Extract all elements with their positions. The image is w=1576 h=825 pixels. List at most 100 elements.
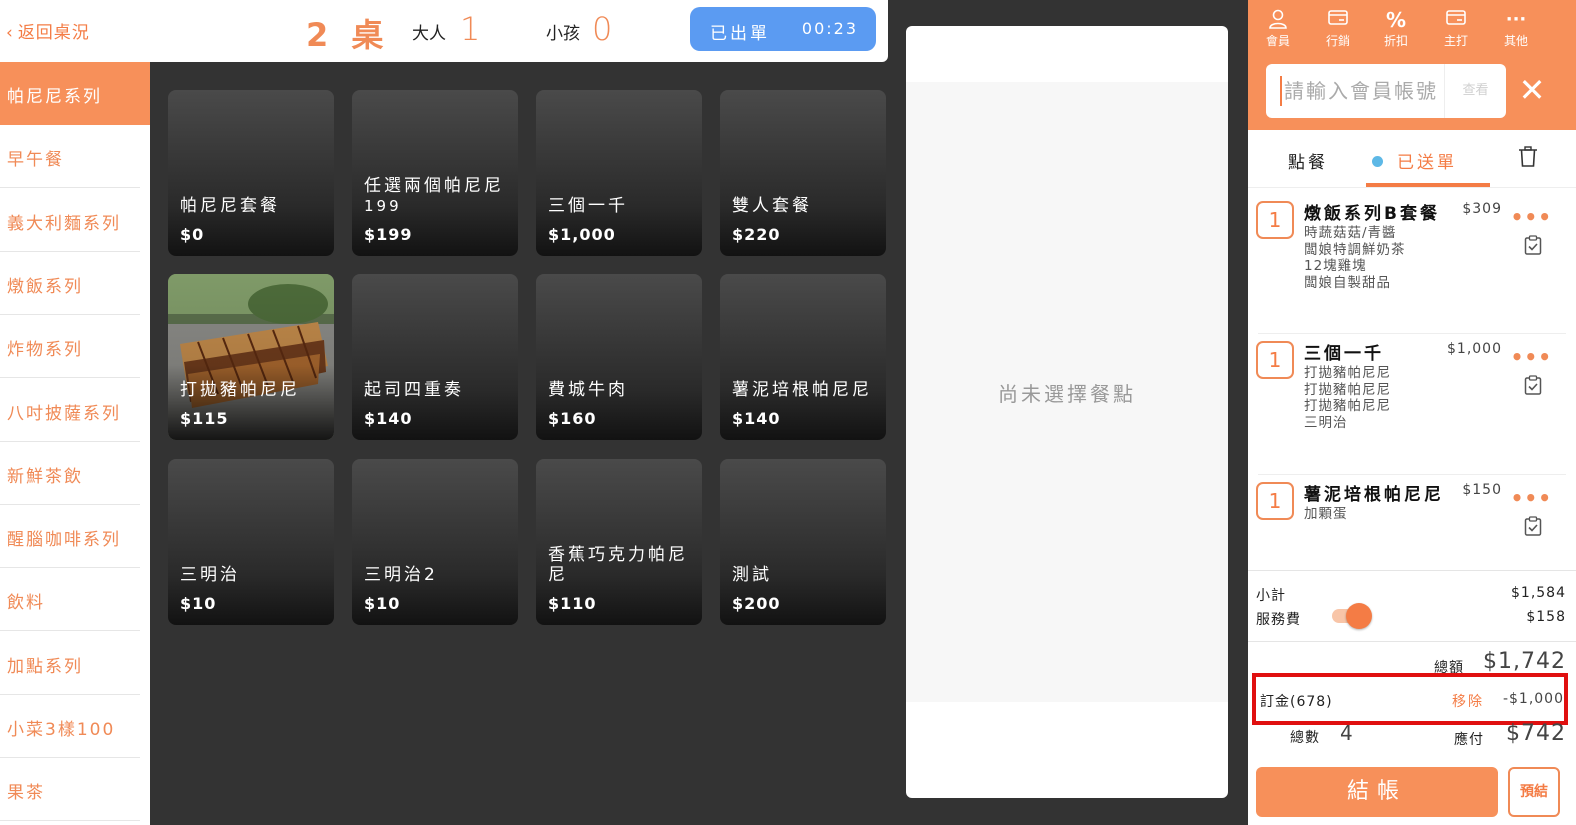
chevron-left-icon: ‹	[6, 23, 14, 43]
menu-item-title: 帕尼尼套餐	[180, 196, 280, 216]
category-item[interactable]: 小菜3樣100	[0, 695, 150, 758]
grand-total-value: $1,742	[1483, 649, 1566, 674]
modifier-line: 打拋豬帕尼尼	[1304, 381, 1391, 398]
modifier-line: 闆娘特調鮮奶茶	[1304, 241, 1406, 258]
category-item[interactable]: 帕尼尼系列	[0, 62, 150, 125]
subtotal-value: $1,584	[1511, 585, 1566, 601]
tab-sent-label: 已送單	[1397, 153, 1457, 173]
item-count-value: 4	[1340, 721, 1354, 745]
order-status-label: 已出單	[710, 24, 770, 44]
menu-item-price: $10	[180, 594, 217, 613]
more-options-icon[interactable]: •••	[1511, 205, 1552, 229]
quantity-button[interactable]: 1	[1256, 482, 1294, 520]
toolbar-discount-button[interactable]: % 折扣	[1366, 8, 1426, 49]
menu-item-name: 任選兩個帕尼尼 199	[364, 176, 508, 216]
menu-item-title: 任選兩個帕尼尼	[364, 176, 504, 196]
menu-item-tile[interactable]: 費城牛肉 $160	[536, 274, 702, 440]
menu-item-tile[interactable]: 雙人套餐 $220	[720, 90, 886, 256]
quantity-button[interactable]: 1	[1256, 201, 1294, 239]
child-count[interactable]: 0	[592, 10, 612, 48]
category-sidebar: 帕尼尼系列 早午餐 義大利麵系列 燉飯系列 炸物系列 八吋披薩系列 新鮮茶飲 醒腦咖啡系列 飲料…	[0, 62, 150, 825]
menu-item-price: $140	[364, 409, 413, 428]
remove-deposit-button[interactable]: 移除	[1452, 691, 1484, 711]
toolbar-other-label: 其他	[1503, 34, 1528, 48]
amount-due-value: $742	[1506, 721, 1566, 746]
menu-item-tile[interactable]: 三明治2 $10	[352, 459, 518, 625]
active-tab-indicator	[1366, 183, 1490, 187]
checkout-button[interactable]: 結帳	[1256, 767, 1498, 817]
category-item[interactable]: 加點系列	[0, 632, 150, 695]
toolbar-other-button[interactable]: ··· 其他	[1486, 8, 1546, 49]
menu-item-tile[interactable]: 三明治 $10	[168, 459, 334, 625]
divider	[1258, 474, 1566, 475]
category-item[interactable]: 燉飯系列	[0, 252, 150, 315]
category-item[interactable]: 八吋披薩系列	[0, 379, 150, 442]
menu-item-tile[interactable]: 起司四重奏 $140	[352, 274, 518, 440]
order-panel: 會員 行銷 % 折扣 主打 ··· 其他 查看 ✕ 點餐 已送單	[1248, 0, 1576, 825]
order-item-modifiers: 打拋豬帕尼尼 打拋豬帕尼尼 打拋豬帕尼尼 三明治	[1304, 365, 1391, 431]
menu-item-price: $115	[180, 409, 229, 428]
toolbar-member-button[interactable]: 會員	[1248, 8, 1308, 49]
menu-item-tile[interactable]: 測試 $200	[720, 459, 886, 625]
order-timer: 00:23	[801, 19, 858, 38]
toolbar-marketing-label: 行銷	[1325, 34, 1350, 48]
more-options-icon[interactable]: •••	[1511, 486, 1552, 510]
menu-item-tile[interactable]: 香蕉巧克力帕尼尼 $110	[536, 459, 702, 625]
subtotal-label: 小計	[1256, 588, 1286, 604]
category-item[interactable]: 飲料	[0, 568, 150, 632]
menu-item-price: $220	[732, 225, 781, 244]
toolbar-marketing-button[interactable]: 行銷	[1308, 8, 1368, 49]
category-item[interactable]: 果茶	[0, 758, 150, 822]
toggle-knob	[1346, 603, 1372, 629]
close-icon[interactable]: ✕	[1516, 72, 1548, 108]
menu-item-title: 三明治2	[364, 565, 438, 585]
modifier-line: 打拋豬帕尼尼	[1304, 365, 1391, 381]
member-search-button[interactable]: 查看	[1444, 64, 1506, 118]
more-options-icon[interactable]: •••	[1511, 345, 1552, 369]
menu-item-name: 三個一千	[548, 196, 692, 216]
menu-item-title: 測試	[732, 565, 772, 585]
status-dot-icon	[1372, 156, 1383, 167]
menu-item-title: 起司四重奏	[364, 380, 464, 400]
totals-section: 小計 $1,584 服務費 $158 總額 $1,742 訂金(678) 移除 …	[1248, 570, 1576, 825]
clipboard-check-icon[interactable]	[1524, 516, 1542, 536]
prepay-button[interactable]: 預結	[1508, 767, 1560, 817]
order-list: 1 燉飯系列B套餐 $309 ••• 時蔬菇菇/青醬 闆娘特調鮮奶茶 12塊雞塊 闆娘自製甜品…	[1248, 189, 1576, 570]
menu-item-tile[interactable]: 帕尼尼套餐 $0	[168, 90, 334, 256]
order-status-button[interactable]: 已出單 00:23	[690, 7, 876, 51]
menu-item-subtitle: 199	[364, 197, 402, 215]
menu-item-title: 薯泥培根帕尼尼	[732, 380, 872, 400]
menu-item-price: $160	[548, 409, 597, 428]
tab-order[interactable]: 點餐	[1288, 148, 1328, 173]
adult-count[interactable]: 1	[460, 10, 480, 48]
menu-item-tile[interactable]: 打拋豬帕尼尼 $115	[168, 274, 334, 440]
member-account-input[interactable]	[1266, 64, 1444, 118]
tab-sent[interactable]: 已送單	[1372, 148, 1457, 173]
order-item-name: 燉飯系列B套餐	[1304, 204, 1440, 224]
service-fee-toggle[interactable]	[1332, 603, 1372, 629]
top-bar: ‹ 返回桌況 2 桌 大人 1 小孩 0 已出單 00:23	[0, 0, 888, 62]
order-item-price: $309	[1462, 201, 1502, 217]
category-item[interactable]: 新鮮茶飲	[0, 442, 150, 505]
trash-icon[interactable]	[1518, 146, 1538, 168]
category-item[interactable]: 醒腦咖啡系列	[0, 505, 150, 569]
category-item[interactable]: 炸物系列	[0, 315, 150, 379]
menu-item-tile[interactable]: 薯泥培根帕尼尼 $140	[720, 274, 886, 440]
menu-item-price: $199	[364, 225, 413, 244]
category-item[interactable]: 早午餐	[0, 125, 150, 189]
clipboard-check-icon[interactable]	[1524, 375, 1542, 395]
back-to-tables-button[interactable]: ‹ 返回桌況	[6, 18, 90, 43]
quantity-button[interactable]: 1	[1256, 341, 1294, 379]
toolbar-featured-button[interactable]: 主打	[1426, 8, 1486, 49]
toolbar-featured-label: 主打	[1443, 34, 1468, 48]
menu-item-tile[interactable]: 任選兩個帕尼尼 199 $199	[352, 90, 518, 256]
menu-item-price: $1,000	[548, 225, 616, 244]
item-count-label: 總數	[1290, 730, 1320, 746]
service-fee-value: $158	[1526, 609, 1566, 625]
menu-item-price: $0	[180, 225, 205, 244]
category-item[interactable]: 義大利麵系列	[0, 189, 150, 252]
clipboard-check-icon[interactable]	[1524, 235, 1542, 255]
deposit-label: 訂金(678)	[1260, 694, 1333, 710]
menu-item-title: 三個一千	[548, 196, 628, 216]
menu-item-tile[interactable]: 三個一千 $1,000	[536, 90, 702, 256]
